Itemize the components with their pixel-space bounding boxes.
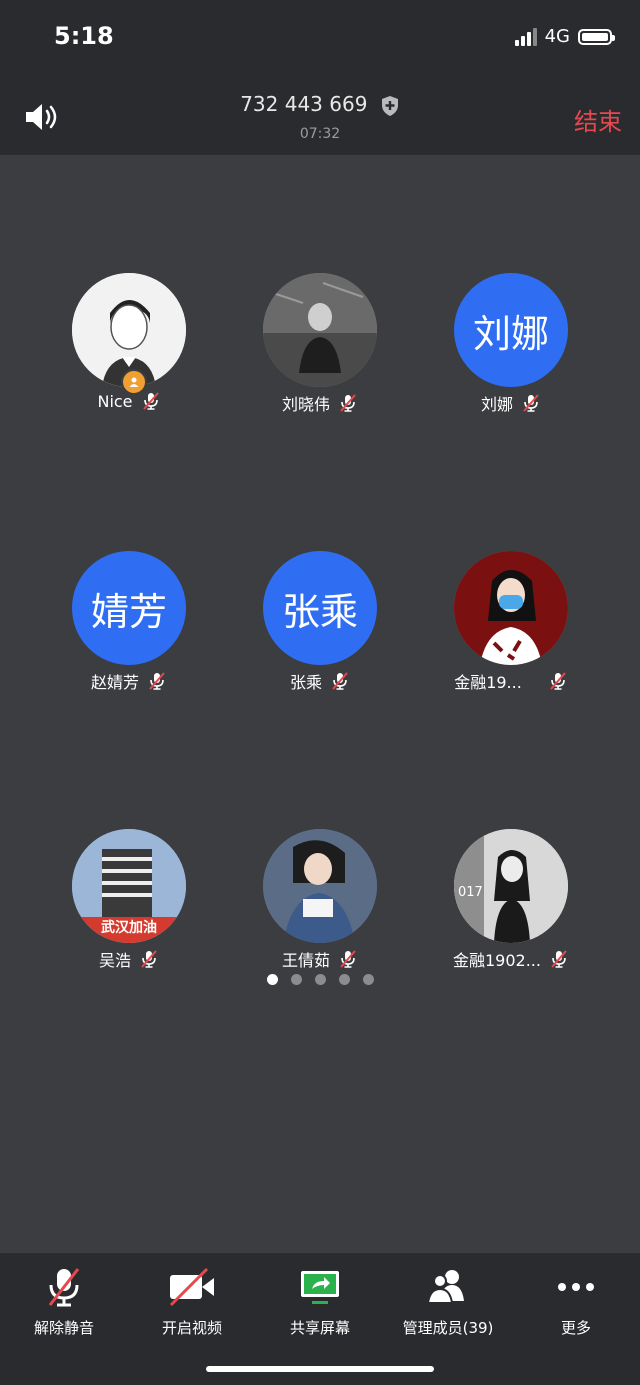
participant-name: 张乘 xyxy=(289,673,322,692)
participant-tile[interactable]: 刘晓伟 xyxy=(230,273,410,415)
muted-mic-icon xyxy=(550,672,566,690)
more-dots-icon xyxy=(558,1283,594,1291)
badge-text: 武汉加油 xyxy=(101,920,157,936)
participant-tile[interactable]: 婧芳 赵婧芳 xyxy=(39,551,219,693)
start-video-label: 开启视频 xyxy=(161,1319,222,1337)
share-screen-label: 共享屏幕 xyxy=(289,1319,350,1337)
page-dot[interactable] xyxy=(338,974,350,985)
photo-avatar-icon xyxy=(263,829,377,943)
host-badge-icon xyxy=(121,369,147,395)
battery-icon xyxy=(578,28,615,45)
participant-tile[interactable]: 武汉加油 吴浩 xyxy=(39,829,219,971)
status-bar: 5:18 4G xyxy=(0,0,640,80)
participant-name-row: 吴浩 xyxy=(39,947,219,971)
participant-tile[interactable]: 刘娜 刘娜 xyxy=(421,273,601,415)
shield-icon xyxy=(381,95,398,116)
meeting-id: 732 443 669 xyxy=(240,92,368,116)
participant-name-row: 王倩茹 xyxy=(230,947,410,971)
participant-name: 刘娜 xyxy=(480,395,513,414)
illustration-avatar-icon xyxy=(454,551,568,665)
muted-mic-icon xyxy=(332,672,348,690)
unmute-button[interactable]: 解除静音 xyxy=(0,1265,128,1338)
participant-name-row: 金融1902... xyxy=(421,947,601,971)
participant-name-row: 刘娜 xyxy=(421,391,601,415)
status-time: 5:18 xyxy=(54,22,114,50)
video-off-icon xyxy=(169,1267,214,1307)
muted-mic-icon xyxy=(523,394,539,412)
more-label: 更多 xyxy=(560,1319,591,1337)
page-indicator[interactable] xyxy=(0,974,640,985)
avatar xyxy=(454,551,568,665)
muted-mic-icon xyxy=(142,392,159,410)
participant-name: 王倩茹 xyxy=(281,951,330,970)
more-button[interactable]: 更多 xyxy=(512,1265,640,1338)
call-header: 732 443 669 07:32 结束 xyxy=(0,80,640,155)
muted-mic-icon xyxy=(48,1268,80,1307)
participant-name: 赵婧芳 xyxy=(90,673,139,692)
page-dot[interactable] xyxy=(266,974,278,985)
signal-icon xyxy=(514,27,537,46)
avatar: 017 xyxy=(454,829,568,943)
participant-name-row: 刘晓伟 xyxy=(230,391,410,415)
participant-name: Nice xyxy=(97,391,133,411)
participant-name: 吴浩 xyxy=(98,951,131,970)
muted-mic-icon xyxy=(340,950,356,968)
participant-name-row: 赵婧芳 xyxy=(39,669,219,693)
participant-tile[interactable]: Nice xyxy=(39,273,219,411)
participant-name: 金融1902... xyxy=(453,951,541,970)
participant-name-row: 金融19... xyxy=(421,669,601,693)
avatar-initials: 张乘 xyxy=(263,551,377,665)
network-type: 4G xyxy=(544,26,570,47)
avatar-initials: 婧芳 xyxy=(72,551,186,665)
page-dot[interactable] xyxy=(362,974,374,985)
page-dot[interactable] xyxy=(314,974,326,985)
photo-text: 017 xyxy=(458,885,483,900)
share-screen-icon xyxy=(301,1271,339,1304)
avatar xyxy=(263,273,377,387)
avatar-initials: 刘娜 xyxy=(454,273,568,387)
participant-tile[interactable]: 金融19... xyxy=(421,551,601,693)
participant-tile[interactable]: 017 金融1902... xyxy=(421,829,601,971)
start-video-button[interactable]: 开启视频 xyxy=(128,1265,256,1338)
end-call-button[interactable]: 结束 xyxy=(574,102,622,137)
status-indicators: 4G xyxy=(514,26,615,47)
participant-tile[interactable]: 王倩茹 xyxy=(230,829,410,971)
manage-members-label: 管理成员(39) xyxy=(402,1319,494,1337)
participant-grid: Nice 刘晓伟 刘娜 刘娜 婧芳 赵婧芳 张乘 张乘 金融19... 武汉加油… xyxy=(0,155,640,1253)
participant-name-row: 张乘 xyxy=(230,669,410,693)
photo-avatar-icon xyxy=(263,273,377,387)
meeting-id-row[interactable]: 732 443 669 xyxy=(0,92,640,117)
page-dot[interactable] xyxy=(290,974,302,985)
avatar: 武汉加油 xyxy=(72,829,186,943)
participant-tile[interactable]: 张乘 张乘 xyxy=(230,551,410,693)
participant-name: 金融19... xyxy=(454,673,522,692)
unmute-label: 解除静音 xyxy=(33,1319,94,1337)
manage-members-button[interactable]: 管理成员(39) xyxy=(384,1265,512,1338)
participant-name: 刘晓伟 xyxy=(281,395,330,414)
muted-mic-icon xyxy=(141,950,157,968)
avatar xyxy=(263,829,377,943)
call-timer: 07:32 xyxy=(299,126,341,142)
share-screen-button[interactable]: 共享屏幕 xyxy=(256,1265,384,1338)
home-indicator[interactable] xyxy=(206,1366,434,1372)
muted-mic-icon xyxy=(340,394,356,412)
muted-mic-icon xyxy=(149,672,165,690)
members-icon xyxy=(426,1270,464,1304)
muted-mic-icon xyxy=(551,950,567,968)
